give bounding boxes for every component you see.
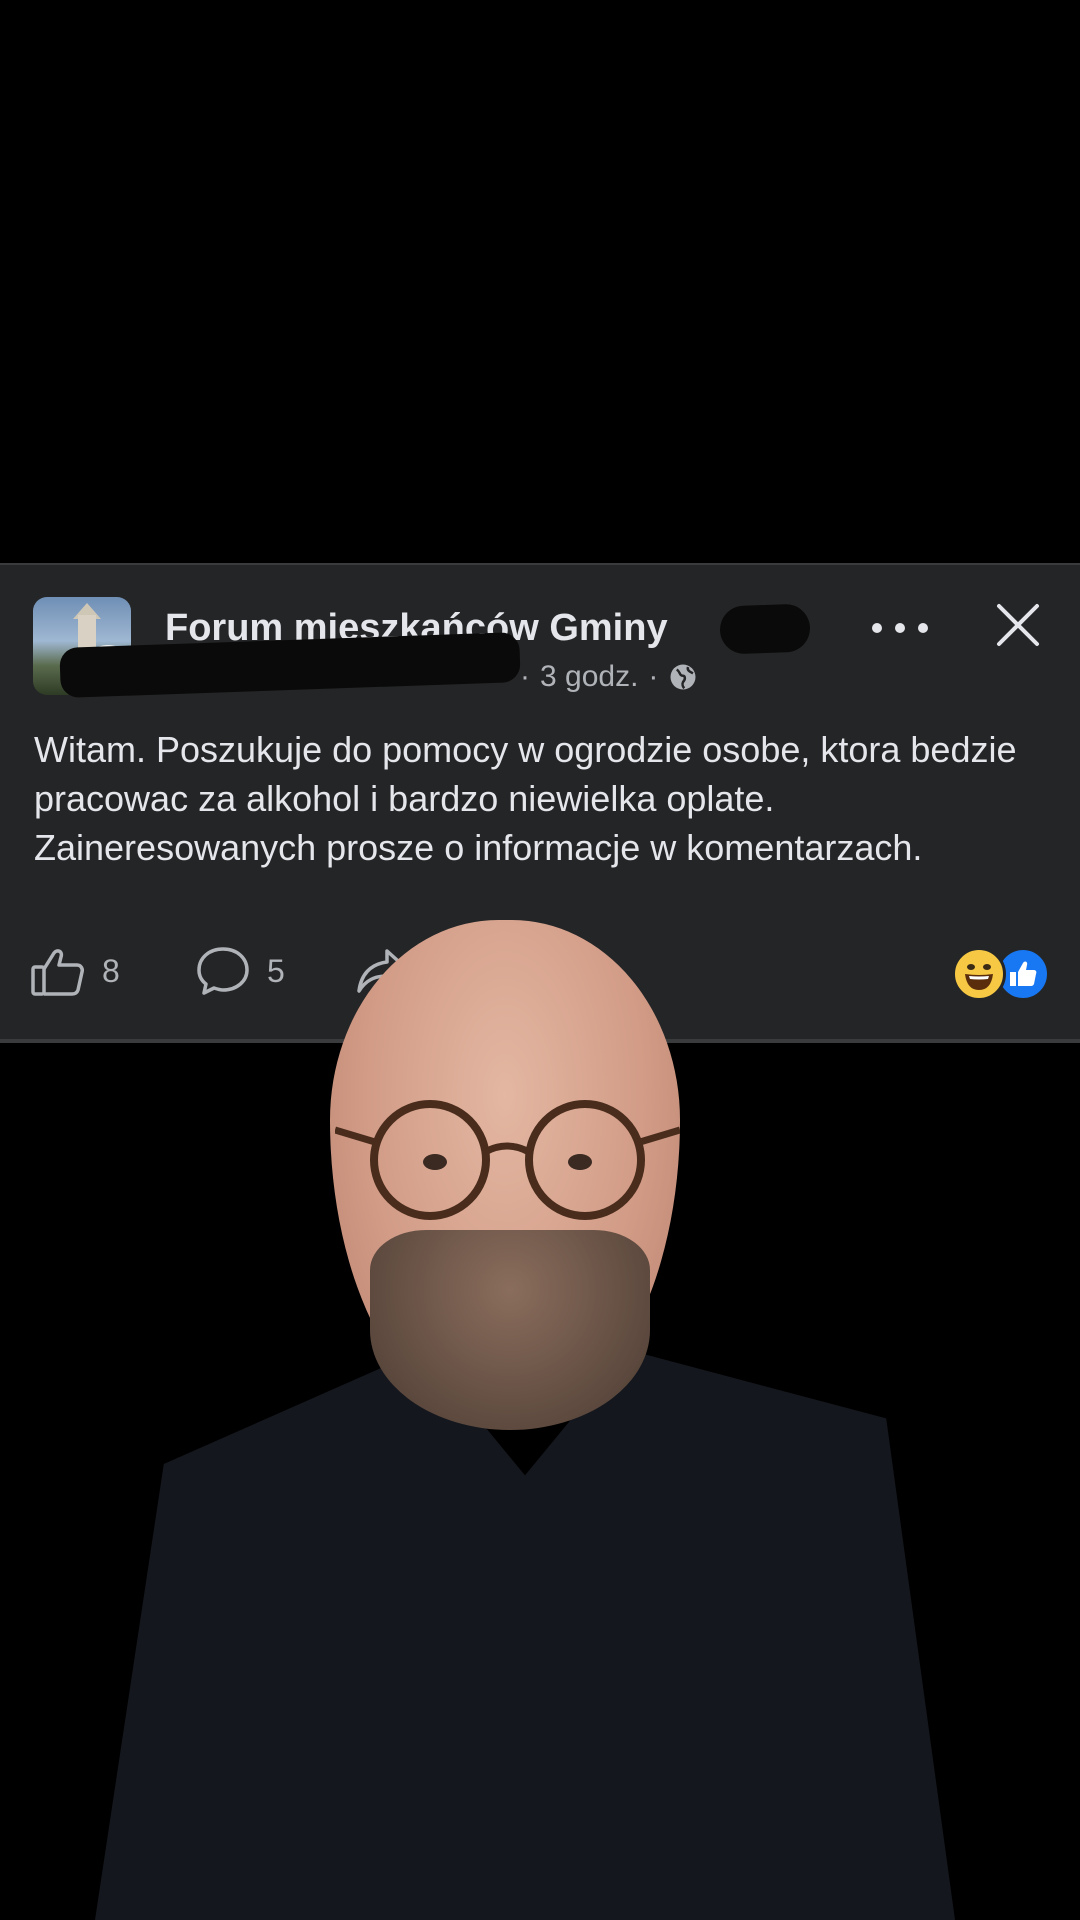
- haha-reaction-icon: [952, 947, 1006, 1001]
- comment-button[interactable]: 5: [195, 945, 285, 997]
- person-beard: [370, 1230, 650, 1430]
- reactions-summary[interactable]: [952, 947, 1050, 1001]
- comment-bubble-icon: [197, 947, 249, 995]
- comments-count: 5: [267, 952, 285, 989]
- redaction-mark: [719, 603, 811, 655]
- glasses: [335, 1100, 680, 1220]
- globe-icon: [670, 664, 696, 690]
- meta-separator: ·: [648, 660, 659, 693]
- more-icon[interactable]: [872, 613, 928, 643]
- post-time[interactable]: 3 godz.: [540, 660, 638, 694]
- likes-count: 8: [102, 952, 120, 989]
- post-body: Witam. Poszukuje do pomocy w ogrodzie os…: [34, 729, 1017, 868]
- post-meta: · 3 godz. ·: [520, 660, 698, 694]
- person-shirt: [95, 1350, 955, 1920]
- video-background-top: [0, 0, 1080, 563]
- meta-separator: ·: [520, 660, 530, 693]
- like-button[interactable]: 8: [30, 945, 120, 997]
- close-icon[interactable]: [995, 602, 1041, 648]
- thumbs-up-icon: [31, 949, 84, 996]
